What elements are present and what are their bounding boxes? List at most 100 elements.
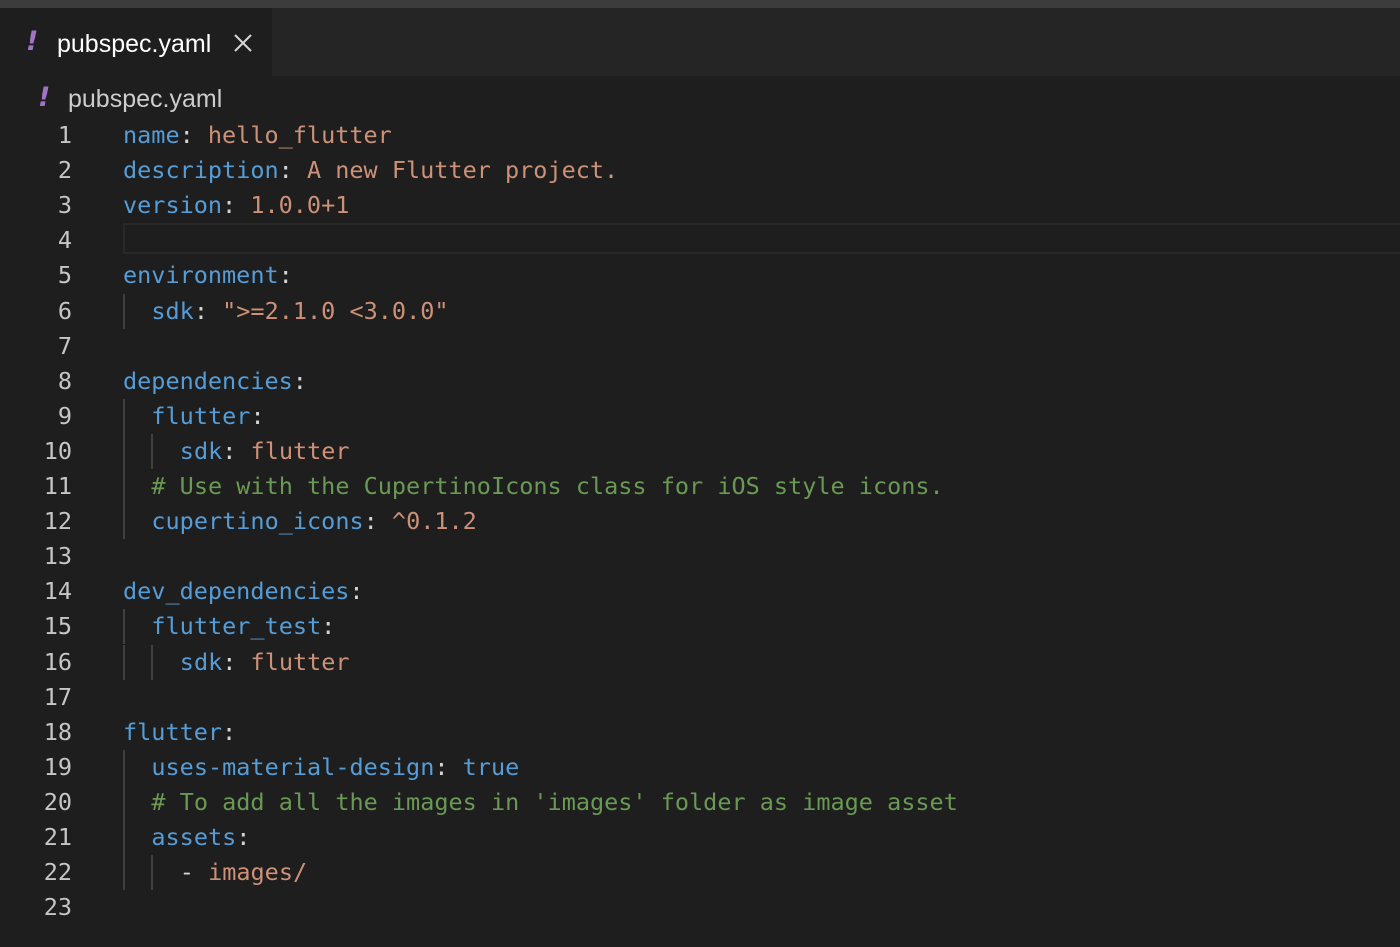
breadcrumb-item-pubspec-yaml[interactable]: pubspec.yaml: [68, 83, 222, 115]
code-line[interactable]: 13: [0, 539, 1400, 574]
code-text: # Use with the CupertinoIcons class for …: [151, 469, 943, 504]
token-punc: :: [222, 648, 251, 676]
tab-bar: ! pubspec.yaml: [0, 8, 1400, 76]
line-number: 14: [43, 577, 72, 605]
indent-guide: [123, 294, 125, 329]
indent-guide: [123, 469, 125, 504]
token-punc: :: [193, 297, 223, 325]
code-line[interactable]: 20 # To add all the images in 'images' fo…: [0, 785, 1400, 820]
tab-pubspec-yaml[interactable]: ! pubspec.yaml: [0, 8, 272, 76]
line-number: 1: [57, 121, 72, 149]
line-number: 5: [57, 261, 72, 289]
code-line[interactable]: 21 assets:: [0, 820, 1400, 855]
line-number: 16: [43, 648, 72, 676]
code-line[interactable]: 14 dev_dependencies:: [0, 574, 1400, 609]
token-str: hello_flutter: [207, 121, 392, 149]
token-key: flutter_test: [151, 612, 322, 640]
code-line[interactable]: 16 sdk: flutter: [0, 645, 1400, 680]
token-str: flutter: [250, 437, 350, 465]
token-key: sdk: [151, 297, 194, 325]
code-text: uses-material-design: true: [151, 750, 519, 785]
line-number: 12: [43, 507, 72, 535]
line-number: 8: [57, 367, 72, 395]
token-key: flutter: [123, 718, 223, 746]
token-str: images/: [208, 858, 308, 886]
current-line-highlight: [123, 223, 1400, 254]
code-text: sdk: ">=2.1.0 <3.0.0": [151, 294, 448, 329]
token-punc: -: [179, 858, 209, 886]
token-punc: :: [236, 823, 251, 851]
token-str: ^0.1.2: [391, 507, 477, 535]
code-text: dependencies:: [123, 364, 307, 399]
token-key: version: [123, 191, 223, 219]
close-icon[interactable]: [229, 29, 257, 57]
line-number: 10: [43, 437, 72, 465]
token-key: cupertino_icons: [151, 507, 364, 535]
code-line[interactable]: 18 flutter:: [0, 715, 1400, 750]
indent-guide: [151, 645, 154, 680]
code-line[interactable]: 3 version: 1.0.0+1: [0, 188, 1400, 223]
code-line[interactable]: 8 dependencies:: [0, 364, 1400, 399]
code-line[interactable]: 5 environment:: [0, 258, 1400, 293]
code-line[interactable]: 2 description: A new Flutter project.: [0, 153, 1400, 188]
line-number: 9: [57, 402, 72, 430]
code-text: # To add all the images in 'images' fold…: [151, 785, 957, 820]
line-number: 3: [57, 191, 72, 219]
indent-guide: [123, 645, 125, 680]
token-key: dependencies: [123, 367, 293, 395]
code-text: description: A new Flutter project.: [123, 153, 618, 188]
indent-guide: [123, 855, 125, 890]
code-line[interactable]: 17: [0, 680, 1400, 715]
indent-guide: [123, 399, 125, 434]
code-line[interactable]: 15 flutter_test:: [0, 609, 1400, 644]
indent-guide: [123, 609, 125, 644]
line-number: 22: [43, 858, 72, 886]
code-line[interactable]: 9 flutter:: [0, 399, 1400, 434]
code-line[interactable]: 12 cupertino_icons: ^0.1.2: [0, 504, 1400, 539]
code-line[interactable]: 10 sdk: flutter: [0, 434, 1400, 469]
indent-guide: [123, 434, 125, 469]
code-text: dev_dependencies:: [123, 574, 364, 609]
indent-guide: [123, 750, 125, 785]
code-line[interactable]: 4: [0, 223, 1400, 258]
token-com: # Use with the CupertinoIcons class for …: [151, 472, 944, 500]
code-line[interactable]: 11 # Use with the CupertinoIcons class fo…: [0, 469, 1400, 504]
line-number: 6: [57, 297, 72, 325]
title-bar: [0, 0, 1400, 8]
line-number: 7: [57, 332, 72, 360]
line-number: 11: [43, 472, 72, 500]
token-str: flutter: [250, 648, 350, 676]
indent-guide: [123, 504, 125, 539]
token-punc: :: [222, 437, 251, 465]
token-punc: :: [349, 577, 364, 605]
code-line[interactable]: 1 name: hello_flutter: [0, 118, 1400, 153]
line-number: 17: [43, 683, 72, 711]
line-number: 2: [57, 156, 72, 184]
token-key: flutter: [151, 402, 251, 430]
code-editor[interactable]: 1 name: hello_flutter 2 description: A new …: [0, 118, 1400, 947]
token-com: # To add all the images in 'images' fold…: [151, 788, 958, 816]
token-punc: :: [292, 367, 307, 395]
indent-guide: [151, 434, 154, 469]
token-str: 1.0.0+1: [250, 191, 350, 219]
token-key: uses-material-design: [151, 753, 435, 781]
token-punc: :: [434, 753, 463, 781]
token-punc: :: [278, 261, 293, 289]
line-number: 20: [43, 788, 72, 816]
indent-guide: [123, 820, 125, 855]
line-number: 18: [43, 718, 72, 746]
line-number: 19: [43, 753, 72, 781]
tab-label: pubspec.yaml: [57, 30, 212, 58]
code-line[interactable]: 19 uses-material-design: true: [0, 750, 1400, 785]
code-line[interactable]: 6 sdk: ">=2.1.0 <3.0.0": [0, 294, 1400, 329]
code-line[interactable]: 22 - images/: [0, 855, 1400, 890]
code-text: sdk: flutter: [180, 434, 350, 469]
breadcrumb: ! pubspec.yaml: [0, 76, 1400, 120]
code-text: flutter:: [151, 399, 264, 434]
token-key: name: [123, 121, 180, 149]
line-number: 13: [43, 542, 72, 570]
code-line[interactable]: 23: [0, 890, 1400, 925]
line-number: 15: [43, 612, 72, 640]
token-key: sdk: [179, 648, 223, 676]
code-line[interactable]: 7: [0, 329, 1400, 364]
